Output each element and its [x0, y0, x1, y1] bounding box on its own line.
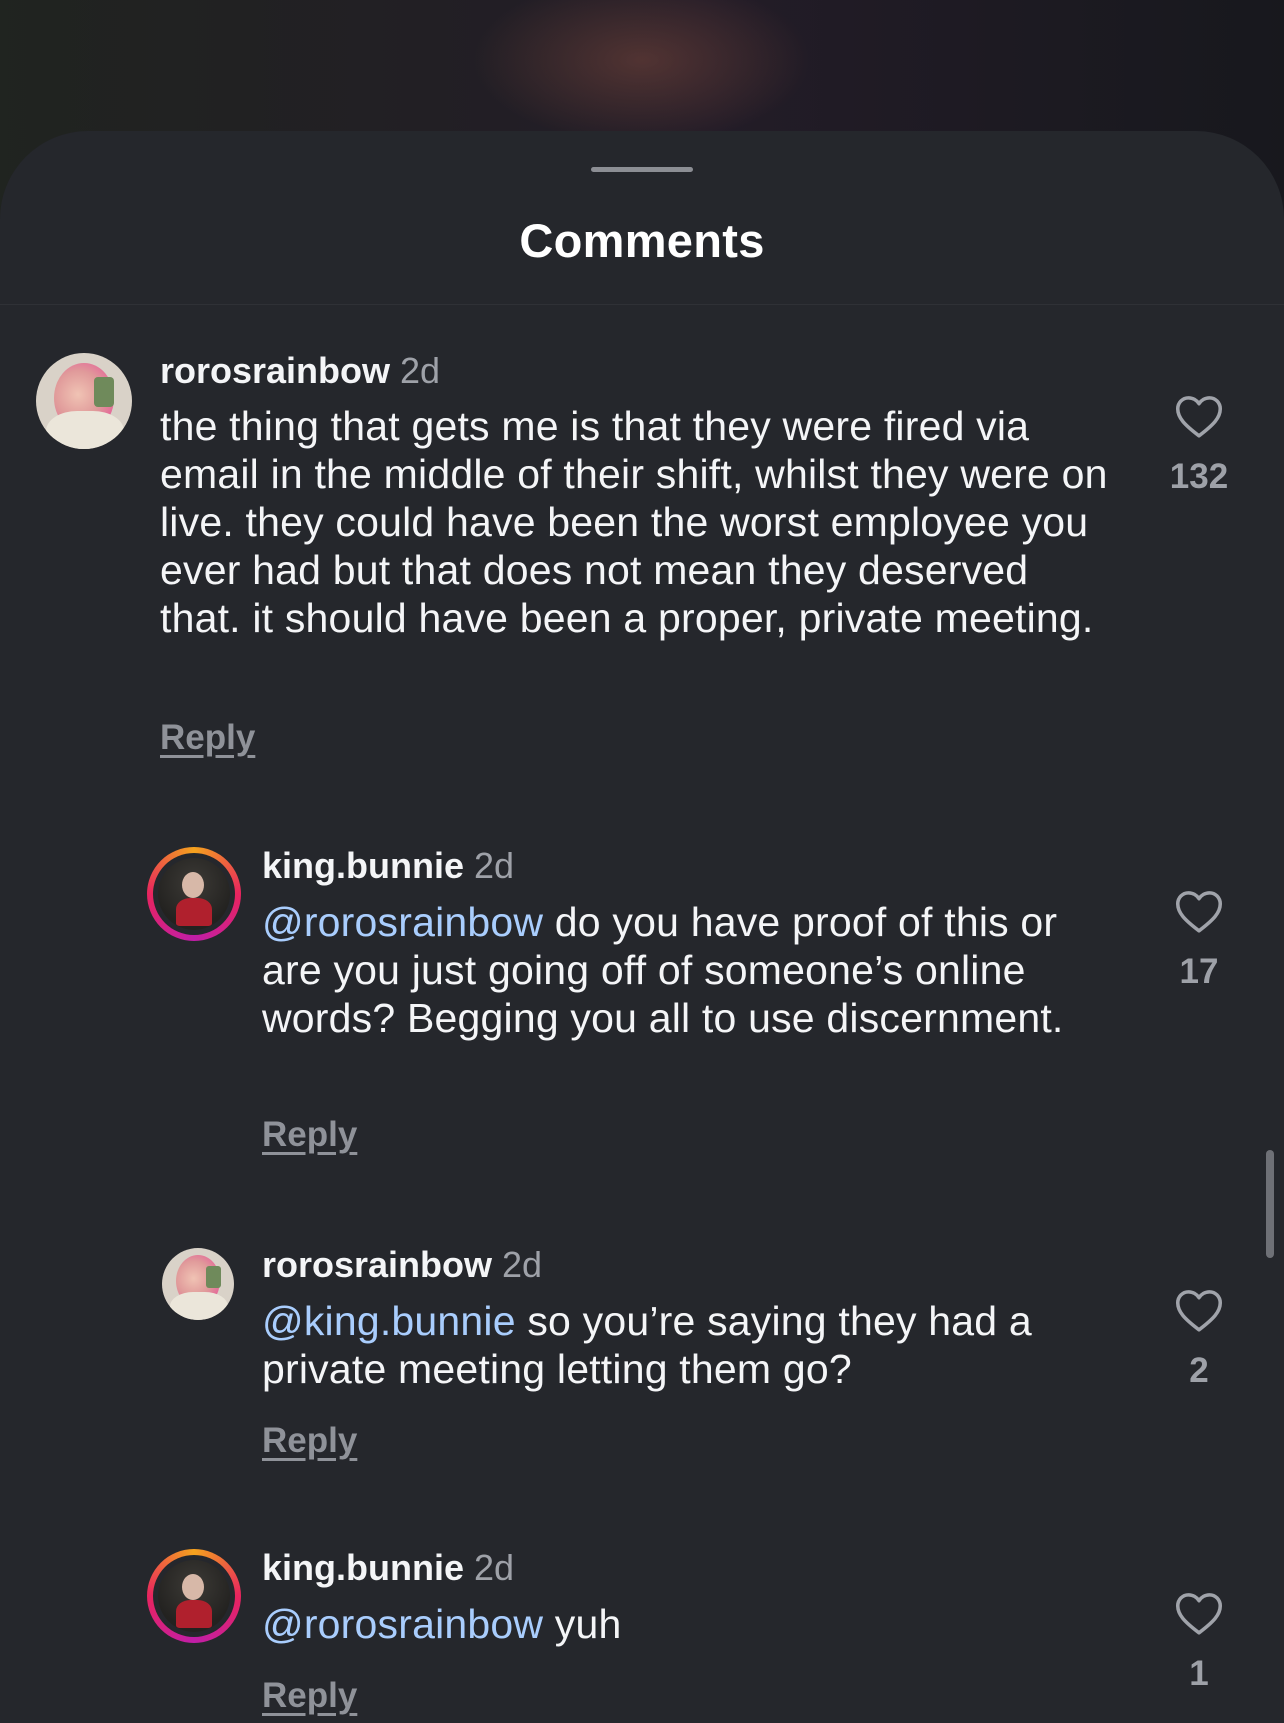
comment-meta: rorosrainbow 2d — [160, 350, 440, 392]
comment-text: @rorosrainbow do you have proof of this … — [262, 898, 1122, 1042]
like-button[interactable]: 1 — [1149, 1590, 1249, 1694]
mention-link[interactable]: @king.bunnie — [262, 1298, 516, 1344]
comment-username[interactable]: rorosrainbow — [262, 1244, 492, 1285]
comment-time: 2d — [474, 1547, 515, 1588]
like-button[interactable]: 2 — [1149, 1287, 1249, 1391]
comment-body: yuh — [543, 1601, 622, 1647]
like-button[interactable]: 132 — [1149, 393, 1249, 497]
reply-button[interactable]: Reply — [262, 1115, 357, 1155]
heart-outline-icon — [1175, 891, 1223, 933]
heart-outline-icon — [1175, 1290, 1223, 1332]
like-count: 1 — [1189, 1654, 1209, 1693]
divider — [0, 304, 1284, 305]
comment-body: the thing that gets me is that they were… — [160, 403, 1108, 641]
reply-button[interactable]: Reply — [262, 1421, 357, 1461]
avatar — [158, 858, 230, 930]
scrollbar-thumb[interactable] — [1266, 1150, 1274, 1258]
comment-meta: king.bunnie 2d — [262, 1547, 514, 1589]
sheet-title: Comments — [519, 214, 765, 267]
like-count: 17 — [1179, 952, 1219, 991]
comment-text: @king.bunnie so you’re saying they had a… — [262, 1297, 1122, 1393]
avatar[interactable] — [162, 1248, 234, 1320]
reply-button[interactable]: Reply — [262, 1676, 357, 1716]
like-button[interactable]: 17 — [1149, 888, 1249, 992]
comment-text: @rorosrainbow yuh — [262, 1600, 1122, 1648]
avatar-story-ring[interactable] — [147, 847, 241, 941]
comment-meta: rorosrainbow 2d — [262, 1244, 542, 1286]
like-count: 2 — [1189, 1351, 1209, 1390]
comment-username[interactable]: king.bunnie — [262, 845, 464, 886]
comment-meta: king.bunnie 2d — [262, 845, 514, 887]
sheet-grabber-handle[interactable] — [591, 167, 693, 172]
comment-text: the thing that gets me is that they were… — [160, 402, 1120, 642]
reply-button[interactable]: Reply — [160, 718, 255, 758]
mention-link[interactable]: @rorosrainbow — [262, 899, 543, 945]
comment-username[interactable]: king.bunnie — [262, 1547, 464, 1588]
comment-time: 2d — [502, 1244, 543, 1285]
comment-username[interactable]: rorosrainbow — [160, 350, 390, 391]
avatar — [158, 1560, 230, 1632]
heart-outline-icon — [1175, 1593, 1223, 1635]
comment-time: 2d — [400, 350, 441, 391]
like-count: 132 — [1169, 457, 1229, 496]
avatar[interactable] — [36, 353, 132, 449]
heart-outline-icon — [1175, 396, 1223, 438]
comment-time: 2d — [474, 845, 515, 886]
mention-link[interactable]: @rorosrainbow — [262, 1601, 543, 1647]
avatar-story-ring[interactable] — [147, 1549, 241, 1643]
comments-sheet: Comments rorosrainbow 2d the thing that g… — [0, 131, 1284, 1723]
